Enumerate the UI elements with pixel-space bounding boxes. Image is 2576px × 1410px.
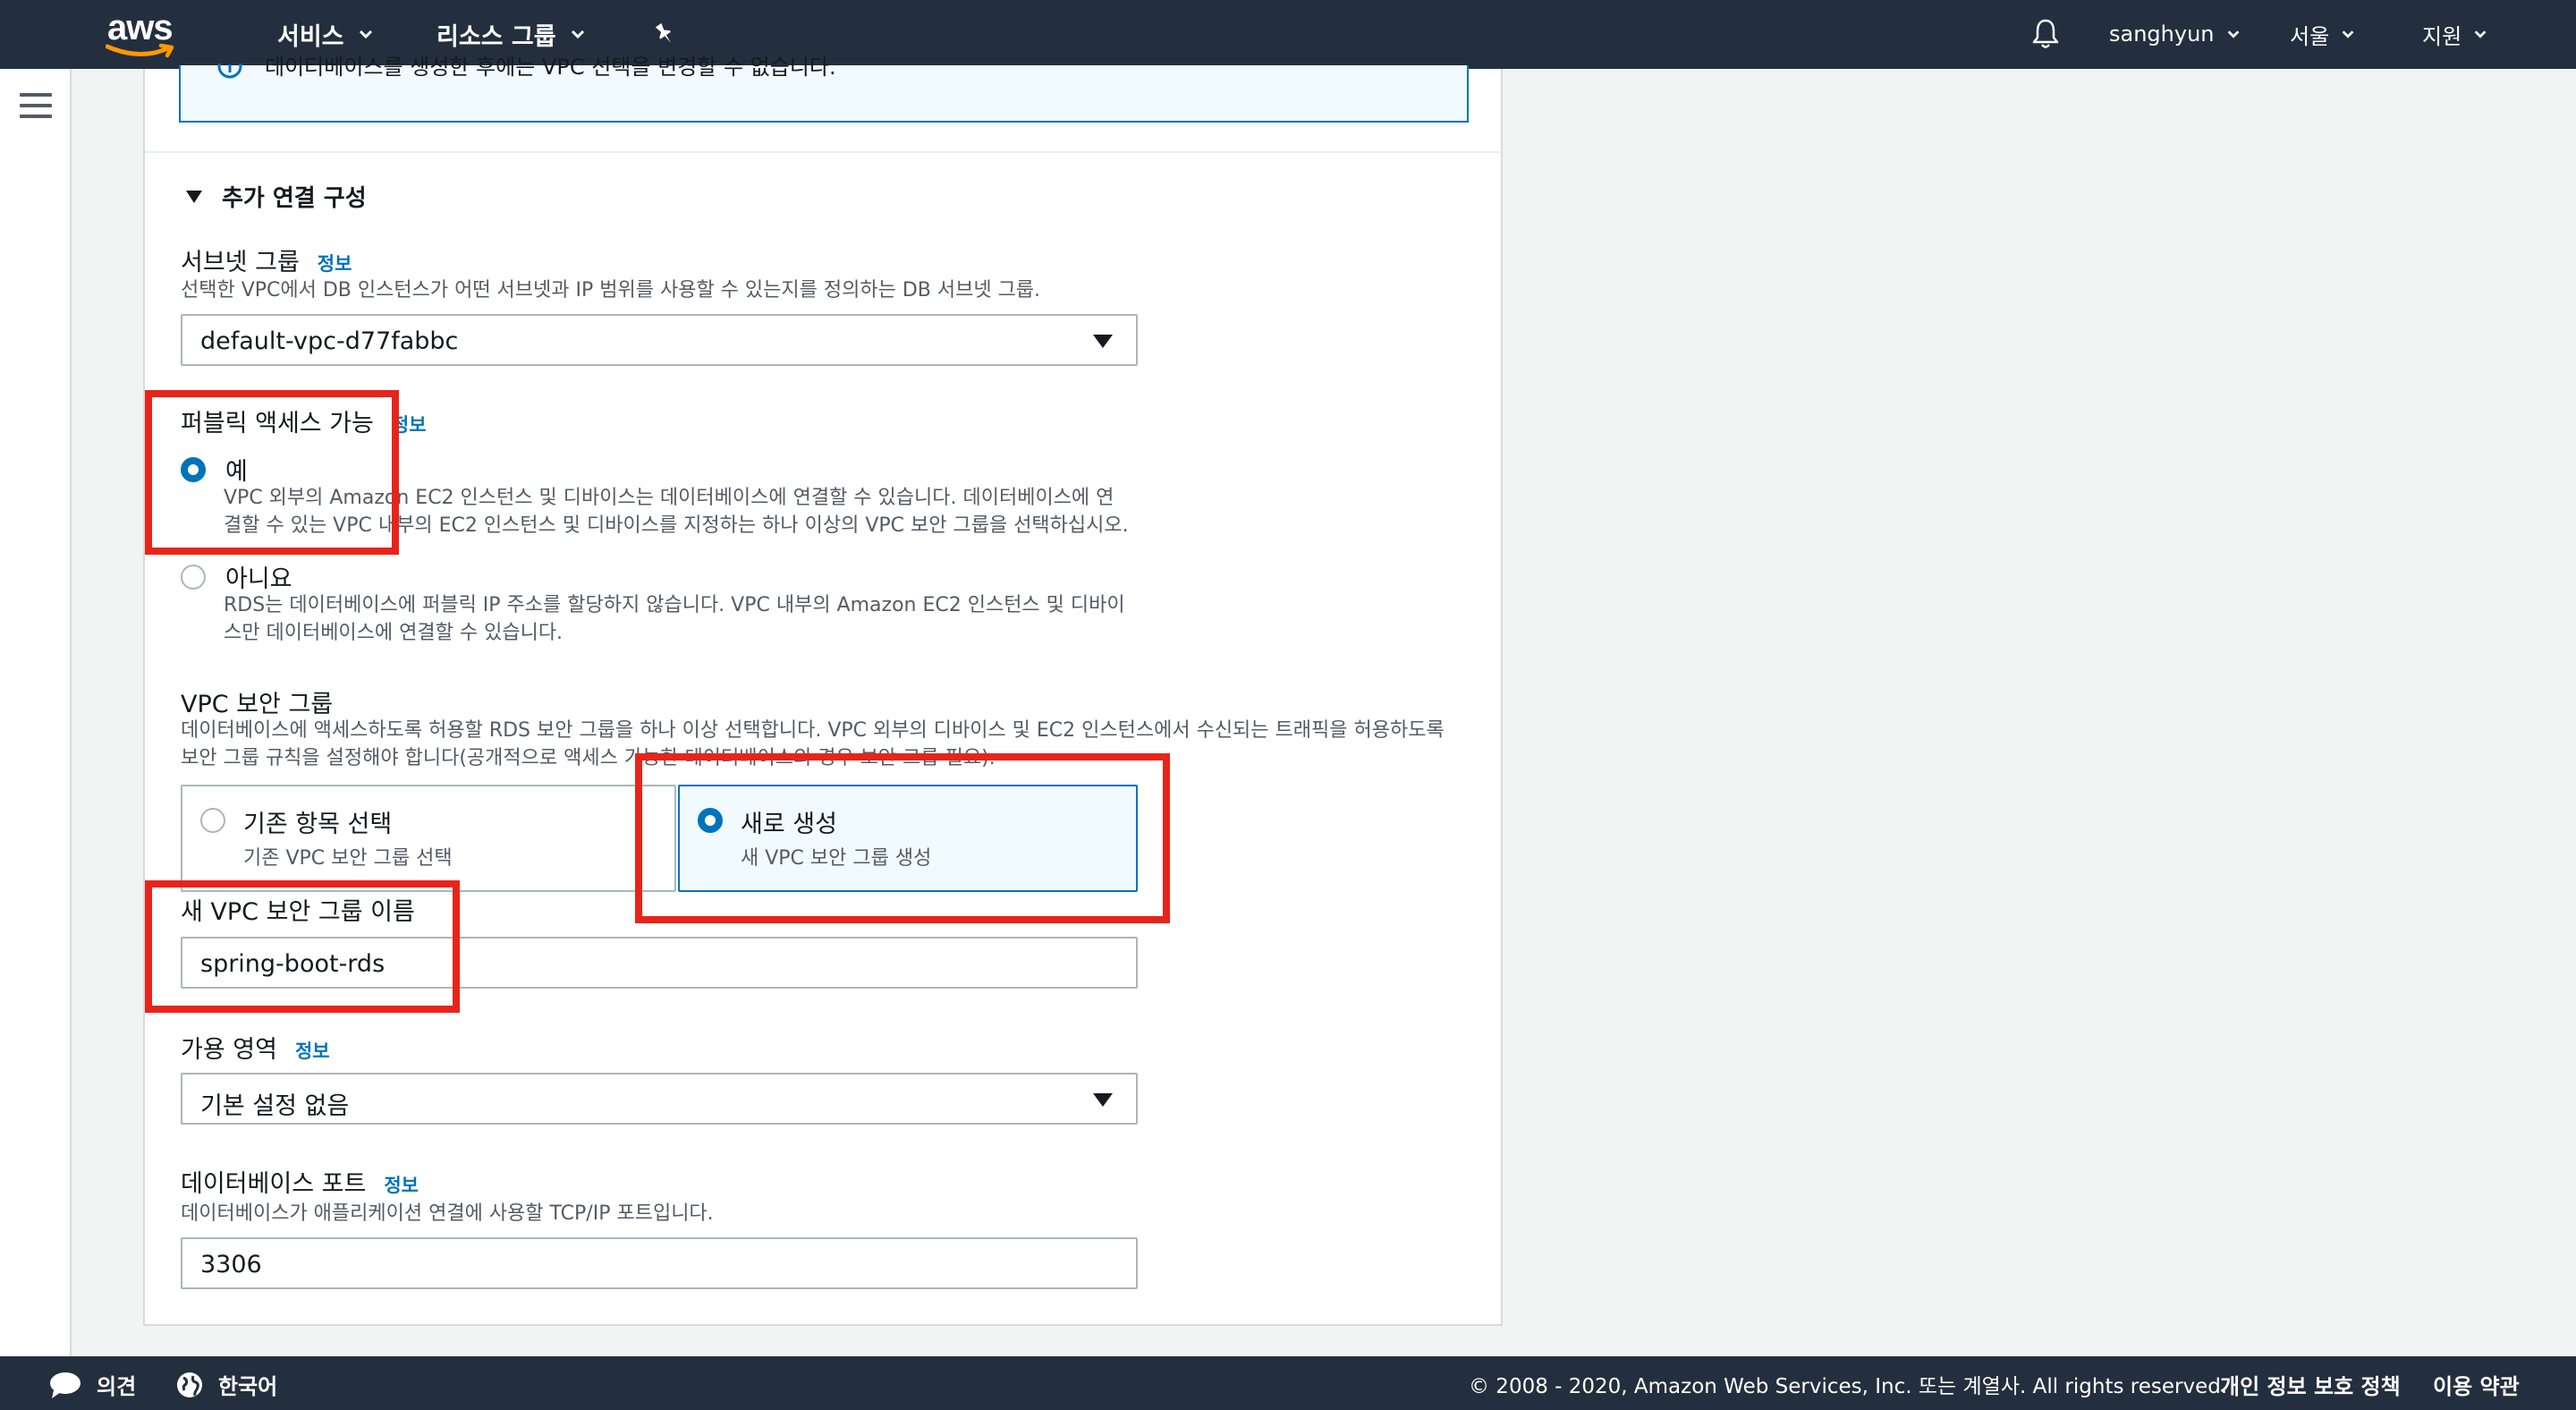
copyright-text: © 2008 - 2020, Amazon Web Services, Inc.…	[1469, 1375, 2228, 1398]
globe-icon	[177, 1372, 202, 1397]
choose-existing-description: 기존 VPC 보안 그룹 선택	[243, 847, 453, 870]
chevron-down-icon	[571, 30, 584, 39]
availability-zone-value: 기본 설정 없음	[200, 1092, 350, 1120]
bell-icon	[2032, 19, 2059, 48]
chevron-down-icon	[2474, 30, 2487, 38]
availability-zone-select[interactable]: 기본 설정 없음	[181, 1073, 1138, 1125]
terms-link[interactable]: 이용 약관	[2433, 1369, 2520, 1400]
region-name: 서울	[2290, 23, 2330, 49]
notifications-button[interactable]	[2030, 16, 2061, 52]
choose-existing-tile[interactable]: 기존 항목 선택 기존 VPC 보안 그룹 선택	[181, 785, 676, 892]
database-port-input[interactable]: 3306	[181, 1237, 1138, 1289]
aws-smile-icon	[106, 43, 174, 58]
language-selector[interactable]: 한국어	[175, 1369, 277, 1400]
highlight-sg-name	[145, 880, 460, 1013]
services-label: 서비스	[277, 22, 344, 51]
public-access-no-description: RDS는 데이터베이스에 퍼블릭 IP 주소를 할당하지 않습니다. VPC 내…	[224, 591, 1125, 647]
privacy-link[interactable]: 개인 정보 보호 정책	[2220, 1369, 2401, 1400]
availability-zone-label-text: 가용 영역	[181, 1036, 277, 1064]
public-access-no-desc-line-2: 스만 데이터베이스에 연결할 수 있습니다.	[224, 622, 564, 644]
section-divider	[145, 151, 1501, 153]
public-access-no-desc-line-1: RDS는 데이터베이스에 퍼블릭 IP 주소를 할당하지 않습니다. VPC 내…	[224, 594, 1125, 616]
connectivity-panel: 데이터베이스를 생성한 후에는 VPC 선택을 변경할 수 없습니다. 추가 연…	[143, 55, 1503, 1326]
caret-down-icon	[1093, 335, 1113, 348]
public-access-no-option[interactable]: 아니요	[181, 559, 292, 594]
chevron-down-icon	[2342, 30, 2354, 38]
caret-down-icon	[186, 190, 202, 203]
highlight-create-new	[635, 753, 1170, 923]
database-port-description: 데이터베이스가 애플리케이션 연결에 사용할 TCP/IP 포트입니다.	[181, 1202, 714, 1225]
services-menu[interactable]: 서비스	[277, 16, 375, 52]
vpc-info-text: 데이터베이스를 생성한 후에는 VPC 선택을 변경할 수 없습니다.	[265, 55, 836, 80]
database-port-label-text: 데이터베이스 포트	[181, 1170, 367, 1198]
info-circle-icon	[216, 64, 243, 81]
subnet-group-label-text: 서브넷 그룹	[181, 249, 300, 276]
database-port-label: 데이터베이스 포트 정보	[181, 1164, 419, 1199]
database-port-info-link[interactable]: 정보	[384, 1171, 419, 1198]
language-label: 한국어	[218, 1374, 278, 1399]
vpc-security-group-desc-line-1: 데이터베이스에 액세스하도록 허용할 RDS 보안 그룹을 하나 이상 선택합니…	[181, 719, 1445, 742]
speech-bubble-icon	[50, 1372, 80, 1398]
support-menu[interactable]: 지원	[2422, 16, 2488, 52]
support-label: 지원	[2422, 23, 2462, 49]
user-name: sanghyun	[2109, 21, 2215, 47]
aws-logo[interactable]: aws	[106, 7, 182, 59]
region-menu[interactable]: 서울	[2290, 16, 2356, 52]
user-menu[interactable]: sanghyun	[2109, 16, 2241, 52]
subnet-group-select[interactable]: default-vpc-d77fabbc	[181, 314, 1138, 366]
public-access-no-radio[interactable]	[181, 564, 206, 590]
feedback-label: 의견	[97, 1374, 137, 1399]
additional-connectivity-toggle[interactable]: 추가 연결 구성	[186, 180, 367, 213]
resource-groups-label: 리소스 그룹	[436, 22, 556, 51]
availability-zone-info-link[interactable]: 정보	[295, 1037, 330, 1064]
pin-button[interactable]	[651, 16, 678, 52]
feedback-button[interactable]: 의견	[48, 1369, 136, 1400]
choose-existing-radio[interactable]	[200, 808, 225, 833]
subnet-group-info-link[interactable]: 정보	[318, 250, 352, 276]
chevron-down-icon	[2227, 30, 2239, 38]
hamburger-menu-icon[interactable]	[20, 93, 52, 120]
database-port-value: 3306	[200, 1251, 262, 1278]
highlight-public-access	[145, 390, 399, 555]
subnet-group-label: 서브넷 그룹 정보	[181, 242, 352, 277]
availability-zone-label: 가용 영역 정보	[181, 1030, 330, 1065]
choose-existing-title: 기존 항목 선택	[243, 811, 393, 838]
footer: 의견 한국어 © 2008 - 2020, Amazon Web Service…	[0, 1356, 2576, 1410]
vpc-security-group-label-text: VPC 보안 그룹	[181, 691, 334, 718]
section-title: 추가 연결 구성	[222, 185, 367, 212]
public-access-no-label: 아니요	[225, 565, 292, 593]
vpc-info-banner: 데이터베이스를 생성한 후에는 VPC 선택을 변경할 수 없습니다.	[179, 55, 1469, 123]
left-rail	[0, 69, 72, 1356]
caret-down-icon	[1093, 1093, 1113, 1107]
resource-groups-menu[interactable]: 리소스 그룹	[436, 16, 587, 52]
subnet-group-value: default-vpc-d77fabbc	[200, 327, 459, 355]
vpc-security-group-label: VPC 보안 그룹	[181, 684, 333, 719]
pin-icon	[655, 22, 671, 43]
chevron-down-icon	[359, 30, 372, 39]
subnet-group-description: 선택한 VPC에서 DB 인스턴스가 어떤 서브넷과 IP 범위를 사용할 수 …	[181, 279, 1041, 302]
